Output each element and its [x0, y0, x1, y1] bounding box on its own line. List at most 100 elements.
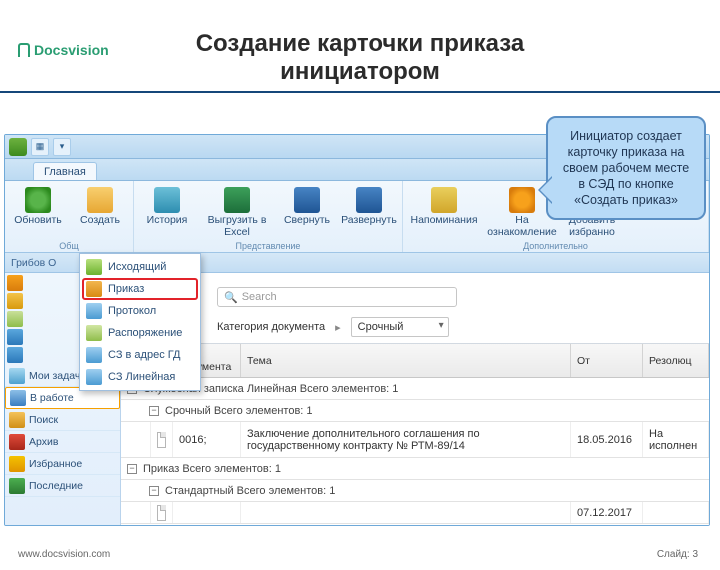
szlin-icon	[86, 369, 102, 385]
group-row[interactable]: − Стандартный Всего элементов: 1	[121, 480, 709, 502]
archive-label: Архив	[29, 436, 58, 448]
main-area: 🔍 Search Категория документа ▸ Срочный №…	[121, 273, 709, 525]
export-excel-button[interactable]: Выгрузить в Excel	[198, 183, 276, 251]
create-dropdown-menu: Исходящий Приказ Протокол Распоряжение С…	[79, 253, 201, 391]
alert-icon[interactable]	[7, 275, 23, 291]
menu-sz-line[interactable]: СЗ Линейная	[82, 366, 198, 388]
create-button[interactable]: Создать	[69, 183, 131, 251]
rasporyazhenie-icon	[86, 325, 102, 341]
refresh-button[interactable]: Обновить	[7, 183, 69, 251]
app-menu-button[interactable]	[9, 138, 27, 156]
menu-order-label: Приказ	[108, 283, 144, 295]
row1-res: На исполнен	[643, 422, 709, 457]
note-icon[interactable]	[7, 311, 23, 327]
title-divider	[0, 91, 720, 93]
annotation-callout: Инициатор создает карточку приказа на св…	[546, 116, 706, 220]
logo-clip-icon	[18, 43, 30, 57]
row1-num: 0016;	[173, 422, 241, 457]
ack-label: Наознакомление	[487, 215, 556, 238]
outgoing-icon	[86, 259, 102, 275]
collapse-toggle-icon[interactable]: −	[149, 486, 159, 496]
mytasks-label: Мои задачи	[29, 370, 86, 382]
sidebar-item-archive[interactable]: Архив	[5, 431, 120, 453]
column-headers: № Документа Тема От Резолюц	[121, 344, 709, 378]
group-row[interactable]: − Приказ Всего элементов: 1	[121, 458, 709, 480]
row2-from: 07.12.2017	[571, 502, 643, 523]
recent-label: Последние	[29, 480, 83, 492]
tasks-icon	[9, 368, 25, 384]
folder-icon[interactable]	[7, 329, 23, 345]
expand-label: Развернуть	[341, 215, 397, 227]
search-icon: 🔍	[224, 291, 238, 304]
folder2-icon[interactable]	[7, 347, 23, 363]
qat-dropdown-icon[interactable]: ▾	[53, 138, 71, 156]
sidebar-item-favorites[interactable]: Избранное	[5, 453, 120, 475]
reminders-label: Напоминания	[410, 215, 477, 227]
create-icon	[87, 187, 113, 213]
group1a-text: Срочный Всего элементов: 1	[165, 405, 313, 417]
document-icon	[157, 505, 166, 521]
menu-order[interactable]: Приказ	[82, 278, 198, 300]
col-subject[interactable]: Тема	[241, 344, 571, 377]
menu-protocol[interactable]: Протокол	[82, 300, 198, 322]
col-res[interactable]: Резолюц	[643, 344, 709, 377]
brand-logo: Docsvision	[18, 42, 109, 58]
qat-open-icon[interactable]: ▦	[31, 138, 49, 156]
collapse-icon	[294, 187, 320, 213]
tab-main[interactable]: Главная	[33, 162, 97, 180]
expand-icon	[356, 187, 382, 213]
search-label: Поиск	[29, 414, 58, 426]
order-icon	[86, 281, 102, 297]
sidebar-item-search[interactable]: Поиск	[5, 409, 120, 431]
row1-from: 18.05.2016	[571, 422, 643, 457]
search-input[interactable]: 🔍 Search	[217, 287, 457, 307]
reminder-icon	[431, 187, 457, 213]
refresh-label: Обновить	[14, 215, 62, 227]
expand-button[interactable]: Развернуть	[338, 183, 400, 251]
favorites-label: Избранное	[29, 458, 82, 470]
menu-protocol-label: Протокол	[108, 305, 156, 317]
slide-title-line2: инициатором	[280, 58, 440, 85]
favorite-icon	[9, 456, 25, 472]
envelope-icon[interactable]	[7, 293, 23, 309]
row2-res	[643, 502, 709, 523]
footer-slide: Слайд: 3	[657, 549, 698, 560]
sidebar-icon-column	[5, 273, 33, 365]
group-row[interactable]: − Срочный Всего элементов: 1	[121, 400, 709, 422]
history-label: История	[147, 215, 188, 227]
group-row[interactable]: − Служебная записка Линейная Всего элеме…	[121, 378, 709, 400]
filter-label: Категория документа	[217, 321, 325, 333]
inwork-icon	[10, 390, 26, 406]
archive-icon	[9, 434, 25, 450]
footer-url: www.docsvision.com	[18, 549, 110, 560]
menu-outgoing[interactable]: Исходящий	[82, 256, 198, 278]
reminders-button[interactable]: Напоминания	[405, 183, 483, 251]
szgd-icon	[86, 347, 102, 363]
search-placeholder: Search	[242, 291, 277, 303]
table-row[interactable]: 0016; Заключение дополнительного соглаше…	[121, 422, 709, 458]
history-icon	[154, 187, 180, 213]
menu-szlin-label: СЗ Линейная	[108, 371, 175, 383]
col-from[interactable]: От	[571, 344, 643, 377]
menu-sz-gd[interactable]: СЗ в адрес ГД	[82, 344, 198, 366]
menu-outgoing-label: Исходящий	[108, 261, 166, 273]
menu-rasporyazhenie[interactable]: Распоряжение	[82, 322, 198, 344]
group2a-text: Стандартный Всего элементов: 1	[165, 485, 335, 497]
callout-text: Инициатор создает карточку приказа на св…	[563, 129, 689, 207]
collapse-toggle-icon[interactable]: −	[127, 464, 137, 474]
group2-text: Приказ Всего элементов: 1	[143, 463, 281, 475]
filter-dropdown[interactable]: Срочный	[351, 317, 449, 337]
excel-icon	[224, 187, 250, 213]
menu-szgd-label: СЗ в адрес ГД	[108, 349, 180, 361]
collapse-button[interactable]: Свернуть	[276, 183, 338, 251]
collapse-label: Свернуть	[284, 215, 330, 227]
document-icon	[157, 432, 166, 448]
sidebar-item-recent[interactable]: Последние	[5, 475, 120, 497]
ribbon-group-1: Обновить Создать Общ	[5, 181, 134, 252]
table-row[interactable]: 07.12.2017	[121, 502, 709, 524]
collapse-toggle-icon[interactable]: −	[149, 406, 159, 416]
history-button[interactable]: История	[136, 183, 198, 251]
search-folder-icon	[9, 412, 25, 428]
ribbon-group-2: История Выгрузить в Excel Свернуть Разве…	[134, 181, 403, 252]
row2-subject	[241, 502, 571, 523]
